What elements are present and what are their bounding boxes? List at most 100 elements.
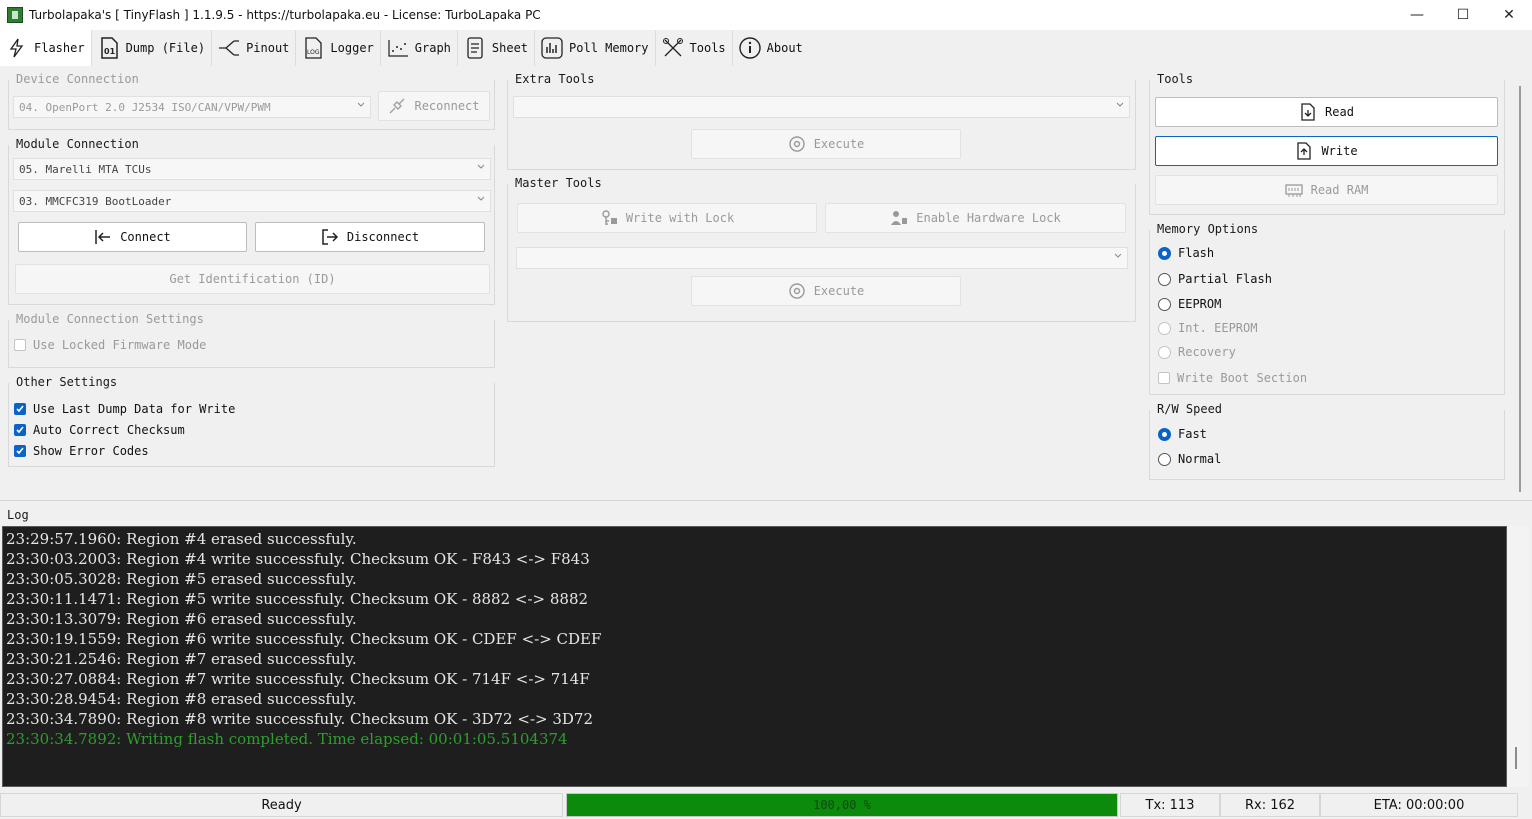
disconnect-label: Disconnect bbox=[346, 230, 420, 244]
execute-gear-icon bbox=[788, 135, 806, 153]
progress-bar: 100,00 % bbox=[566, 793, 1118, 817]
use-last-dump-label: Use Last Dump Data for Write bbox=[33, 402, 236, 416]
flash-radio[interactable]: Flash bbox=[1158, 246, 1214, 260]
rw-speed-title: R/W Speed bbox=[1157, 402, 1227, 416]
tab-flasher[interactable]: Flasher bbox=[0, 30, 92, 66]
radio-dot bbox=[1158, 246, 1171, 260]
checkbox-box bbox=[14, 339, 26, 351]
lightning-icon bbox=[6, 37, 28, 59]
log-line: 23:30:27.0884: Region #7 write successfu… bbox=[6, 670, 590, 688]
tab-sheet[interactable]: Sheet bbox=[458, 30, 536, 66]
svg-text:LOG: LOG bbox=[307, 49, 320, 56]
master-tools-select[interactable] bbox=[516, 247, 1128, 269]
recovery-label: Recovery bbox=[1178, 345, 1236, 359]
extra-tools-select[interactable] bbox=[513, 96, 1130, 118]
log-line: 23:29:57.1960: Region #4 erased successf… bbox=[6, 530, 357, 548]
disconnect-button[interactable]: Disconnect bbox=[255, 222, 485, 252]
tab-label: Poll Memory bbox=[569, 41, 649, 55]
connect-label: Connect bbox=[120, 230, 171, 244]
radio-dot bbox=[1158, 427, 1171, 441]
device-select-value: 04. OpenPort 2.0 J2534 ISO/CAN/VPW/PWM bbox=[19, 100, 271, 114]
log-scrollbar[interactable] bbox=[1507, 526, 1529, 787]
tab-label: Tools bbox=[689, 41, 726, 55]
reconnect-label: Reconnect bbox=[414, 99, 480, 113]
app-icon bbox=[7, 7, 23, 23]
file-upload-icon bbox=[1295, 142, 1313, 160]
connect-button[interactable]: Connect bbox=[18, 222, 247, 252]
tab-dump-file[interactable]: 01 Dump (File) bbox=[92, 30, 213, 66]
tab-poll-memory[interactable]: Poll Memory bbox=[535, 30, 656, 66]
int-eeprom-label: Int. EEPROM bbox=[1178, 321, 1258, 335]
extra-tools-title: Extra Tools bbox=[515, 72, 599, 86]
log-console[interactable]: 23:29:57.1960: Region #4 erased successf… bbox=[2, 526, 1507, 787]
log-line-success: 23:30:34.7892: Writing flash completed. … bbox=[6, 730, 568, 748]
bootloader-select[interactable]: 03. MMCFC319 BootLoader bbox=[13, 190, 491, 212]
master-execute-button[interactable]: Execute bbox=[691, 276, 961, 306]
tools-title: Tools bbox=[1157, 72, 1198, 86]
normal-radio[interactable]: Normal bbox=[1158, 452, 1221, 466]
chevron-down-icon bbox=[1114, 253, 1122, 258]
svg-text:01: 01 bbox=[104, 47, 116, 56]
log-line: 23:30:34.7890: Region #8 write successfu… bbox=[6, 710, 593, 728]
radio-dot bbox=[1158, 452, 1171, 466]
read-ram-button[interactable]: Read RAM bbox=[1155, 175, 1498, 205]
fast-label: Fast bbox=[1178, 427, 1207, 441]
write-label: Write bbox=[1321, 144, 1358, 158]
show-errors-checkbox[interactable]: Show Error Codes bbox=[14, 444, 149, 458]
execute-gear-icon bbox=[788, 282, 806, 300]
tab-label: Graph bbox=[414, 41, 451, 55]
locked-firmware-checkbox[interactable]: Use Locked Firmware Mode bbox=[14, 338, 206, 352]
device-select[interactable]: 04. OpenPort 2.0 J2534 ISO/CAN/VPW/PWM bbox=[13, 96, 371, 118]
tab-graph[interactable]: Graph bbox=[381, 30, 458, 66]
graph-icon bbox=[387, 37, 409, 59]
eeprom-radio[interactable]: EEPROM bbox=[1158, 297, 1221, 311]
tx-counter: Tx: 113 bbox=[1120, 793, 1220, 817]
pinout-icon bbox=[218, 37, 240, 59]
enable-hardware-lock-button[interactable]: Enable Hardware Lock bbox=[825, 203, 1126, 233]
radio-dot bbox=[1158, 297, 1171, 311]
check-icon bbox=[14, 403, 26, 415]
master-execute-label: Execute bbox=[813, 284, 865, 298]
fast-radio[interactable]: Fast bbox=[1158, 427, 1207, 441]
login-arrow-icon bbox=[94, 228, 112, 246]
user-lock-icon bbox=[890, 209, 908, 227]
partial-flash-radio[interactable]: Partial Flash bbox=[1158, 272, 1272, 286]
tab-about[interactable]: About bbox=[733, 30, 809, 66]
eeprom-label: EEPROM bbox=[1178, 297, 1222, 311]
module-select[interactable]: 05. Marelli MTA TCUs bbox=[13, 158, 491, 180]
logout-arrow-icon bbox=[321, 228, 339, 246]
use-last-dump-checkbox[interactable]: Use Last Dump Data for Write bbox=[14, 402, 235, 416]
read-ram-label: Read RAM bbox=[1310, 183, 1369, 197]
chevron-down-icon bbox=[477, 164, 485, 169]
write-boot-section-label: Write Boot Section bbox=[1177, 371, 1308, 385]
close-button[interactable]: ✕ bbox=[1486, 0, 1532, 30]
partial-flash-label: Partial Flash bbox=[1178, 272, 1272, 286]
extra-execute-button[interactable]: Execute bbox=[691, 129, 961, 159]
window-title: Turbolapaka's [ TinyFlash ] 1.1.9.5 - ht… bbox=[29, 8, 541, 22]
read-button[interactable]: Read bbox=[1155, 97, 1498, 127]
file-download-icon bbox=[1299, 103, 1317, 121]
check-icon bbox=[14, 424, 26, 436]
tab-tools[interactable]: Tools bbox=[656, 30, 733, 66]
log-line: 23:30:19.1559: Region #6 write successfu… bbox=[6, 630, 602, 648]
maximize-button[interactable]: ☐ bbox=[1440, 0, 1486, 30]
plug-icon bbox=[388, 97, 406, 115]
panel-scrollbar[interactable] bbox=[1519, 86, 1521, 492]
tab-logger[interactable]: LOG Logger bbox=[296, 30, 381, 66]
write-button[interactable]: Write bbox=[1155, 136, 1498, 166]
tab-pinout[interactable]: Pinout bbox=[212, 30, 297, 66]
auto-checksum-checkbox[interactable]: Auto Correct Checksum bbox=[14, 423, 185, 437]
get-identification-button[interactable]: Get Identification (ID) bbox=[15, 264, 490, 294]
minimize-button[interactable]: — bbox=[1394, 0, 1440, 30]
write-with-lock-button[interactable]: Write with Lock bbox=[517, 203, 817, 233]
key-lock-icon bbox=[600, 209, 618, 227]
module-settings-title: Module Connection Settings bbox=[16, 312, 208, 326]
reconnect-button[interactable]: Reconnect bbox=[378, 91, 490, 121]
recovery-radio[interactable]: Recovery bbox=[1158, 345, 1236, 359]
write-boot-section-checkbox[interactable]: Write Boot Section bbox=[1158, 371, 1307, 385]
int-eeprom-radio[interactable]: Int. EEPROM bbox=[1158, 321, 1257, 335]
rw-speed-group bbox=[1149, 410, 1505, 480]
auto-checksum-label: Auto Correct Checksum bbox=[33, 423, 185, 437]
status-text: Ready bbox=[0, 793, 563, 817]
log-scrollbar-thumb[interactable] bbox=[1515, 747, 1517, 769]
